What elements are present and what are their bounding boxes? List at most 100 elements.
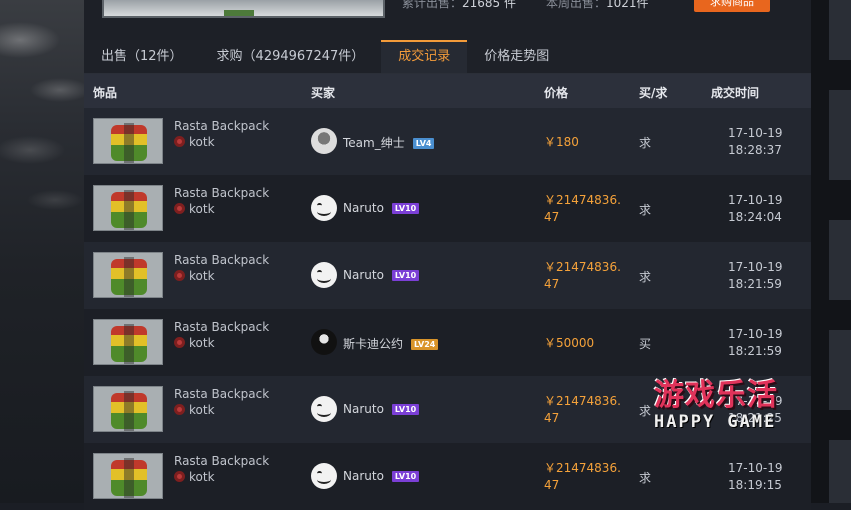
transaction-date: 17-10-19 xyxy=(728,461,783,475)
seller-name: kotk xyxy=(189,470,215,484)
buyer[interactable]: Team_绅士 LV4 xyxy=(343,134,435,151)
price-line-1: ￥21474836. xyxy=(544,461,621,475)
header-price: 价格 xyxy=(544,86,569,100)
level-badge: LV4 xyxy=(412,138,435,149)
side-panel-strip xyxy=(829,440,851,503)
buyer-avatar[interactable] xyxy=(311,128,337,154)
buyer[interactable]: Naruto LV10 xyxy=(343,469,420,483)
buyer[interactable]: Naruto LV10 xyxy=(343,402,420,416)
level-badge: LV10 xyxy=(391,471,420,482)
side-panel-strip xyxy=(829,90,851,180)
level-badge: LV24 xyxy=(411,339,439,350)
buyer-name: Naruto xyxy=(343,268,384,282)
seller[interactable]: kotk xyxy=(174,135,215,149)
buyer-avatar[interactable] xyxy=(311,396,337,422)
item-preview-image xyxy=(102,0,385,18)
seller-name: kotk xyxy=(189,336,215,350)
watermark-chinese: 游戏乐活 xyxy=(654,378,778,413)
transaction-time: 17-10-19 18:19:15 xyxy=(728,460,782,494)
transaction-date: 17-10-19 xyxy=(728,126,783,140)
item-thumbnail[interactable] xyxy=(93,185,163,231)
header-item: 饰品 xyxy=(93,86,118,100)
header-buy-request: 买/求 xyxy=(639,86,668,100)
price: ￥21474836. 47 xyxy=(544,460,624,494)
buy-request-button[interactable]: 求购商品 xyxy=(694,0,770,12)
table-header: 饰品 买家 价格 买/求 成交时间 xyxy=(84,74,811,108)
item-name[interactable]: Rasta Backpack xyxy=(174,253,269,267)
seller[interactable]: kotk xyxy=(174,470,215,484)
tab-transactions[interactable]: 成交记录 xyxy=(381,40,468,73)
item-name[interactable]: Rasta Backpack xyxy=(174,387,269,401)
seller-name: kotk xyxy=(189,202,215,216)
buyer-avatar[interactable] xyxy=(311,262,337,288)
item-thumbnail[interactable] xyxy=(93,118,163,164)
price-line-2: 47 xyxy=(544,411,560,425)
item-thumbnail[interactable] xyxy=(93,386,163,432)
buyer-name: Naruto xyxy=(343,201,384,215)
item-thumbnail[interactable] xyxy=(93,453,163,499)
price-line-1: ￥180 xyxy=(544,135,579,149)
buyer-avatar[interactable] xyxy=(311,463,337,489)
buyer-name: Naruto xyxy=(343,402,384,416)
buyer[interactable]: Naruto LV10 xyxy=(343,201,420,215)
seller[interactable]: kotk xyxy=(174,202,215,216)
transaction-time: 17-10-19 18:21:59 xyxy=(728,259,782,293)
price-line-2: 47 xyxy=(544,478,560,492)
seller[interactable]: kotk xyxy=(174,269,215,283)
tab-bar: 出售（12件） 求购（4294967247件） 成交记录 价格走势图 xyxy=(84,40,811,74)
transaction-clock: 18:21:59 xyxy=(728,344,782,358)
price: ￥180 xyxy=(544,134,624,151)
level-badge: LV10 xyxy=(391,270,420,281)
transaction-type: 买 xyxy=(639,337,652,351)
item-name[interactable]: Rasta Backpack xyxy=(174,320,269,334)
side-panel-strip xyxy=(829,0,851,60)
transaction-type: 求 xyxy=(639,270,652,284)
transaction-date: 17-10-19 xyxy=(728,193,783,207)
header-time: 成交时间 xyxy=(711,86,760,100)
tab-sell[interactable]: 出售（12件） xyxy=(84,40,200,73)
happy-game-watermark: 游戏乐活 HAPPY GAME xyxy=(654,370,804,440)
price-line-1: ￥50000 xyxy=(544,336,595,350)
level-badge: LV10 xyxy=(391,203,420,214)
snow-texture xyxy=(0,0,84,250)
buyer-avatar[interactable] xyxy=(311,329,337,355)
transaction-type: 求 xyxy=(639,404,652,418)
tab-buy-requests[interactable]: 求购（4294967247件） xyxy=(200,40,382,73)
price: ￥21474836. 47 xyxy=(544,393,624,427)
table-row[interactable]: Rasta Backpack kotk Naruto LV10 ￥21474836… xyxy=(84,175,811,242)
table-row[interactable]: Rasta Backpack kotk Naruto LV10 ￥21474836… xyxy=(84,443,811,510)
price-line-1: ￥21474836. xyxy=(544,193,621,207)
transaction-type: 求 xyxy=(639,136,652,150)
transaction-type: 求 xyxy=(639,203,652,217)
table-row[interactable]: Rasta Backpack kotk Naruto LV10 ￥21474836… xyxy=(84,242,811,309)
item-thumbnail[interactable] xyxy=(93,319,163,365)
tab-price-chart[interactable]: 价格走势图 xyxy=(467,40,566,73)
transaction-clock: 18:24:04 xyxy=(728,210,782,224)
transaction-time: 17-10-19 18:24:04 xyxy=(728,192,782,226)
weekly-sold-value: 1021件 xyxy=(606,0,649,10)
item-name[interactable]: Rasta Backpack xyxy=(174,119,269,133)
buyer[interactable]: 斯卡迪公约 LV24 xyxy=(343,335,439,352)
item-thumbnail[interactable] xyxy=(93,252,163,298)
table-row[interactable]: Rasta Backpack kotk 斯卡迪公约 LV24 ￥50000 买 1… xyxy=(84,309,811,376)
price-line-1: ￥21474836. xyxy=(544,394,621,408)
seller-icon xyxy=(174,136,185,147)
transaction-time: 17-10-19 18:21:59 xyxy=(728,326,782,360)
seller-name: kotk xyxy=(189,135,215,149)
background-scene-right xyxy=(811,0,851,503)
buyer-name: Team_绅士 xyxy=(343,136,405,150)
seller-icon xyxy=(174,270,185,281)
buyer-avatar[interactable] xyxy=(311,195,337,221)
seller[interactable]: kotk xyxy=(174,336,215,350)
transaction-time: 17-10-19 18:28:37 xyxy=(728,125,782,159)
buyer[interactable]: Naruto LV10 xyxy=(343,268,420,282)
item-name[interactable]: Rasta Backpack xyxy=(174,186,269,200)
seller[interactable]: kotk xyxy=(174,403,215,417)
item-name[interactable]: Rasta Backpack xyxy=(174,454,269,468)
transaction-clock: 18:21:59 xyxy=(728,277,782,291)
seller-name: kotk xyxy=(189,403,215,417)
side-panel-strip xyxy=(829,220,851,300)
price-line-2: 47 xyxy=(544,277,560,291)
transaction-clock: 18:19:15 xyxy=(728,478,782,492)
table-row[interactable]: Rasta Backpack kotk Team_绅士 LV4 ￥180 求 17… xyxy=(84,108,811,175)
